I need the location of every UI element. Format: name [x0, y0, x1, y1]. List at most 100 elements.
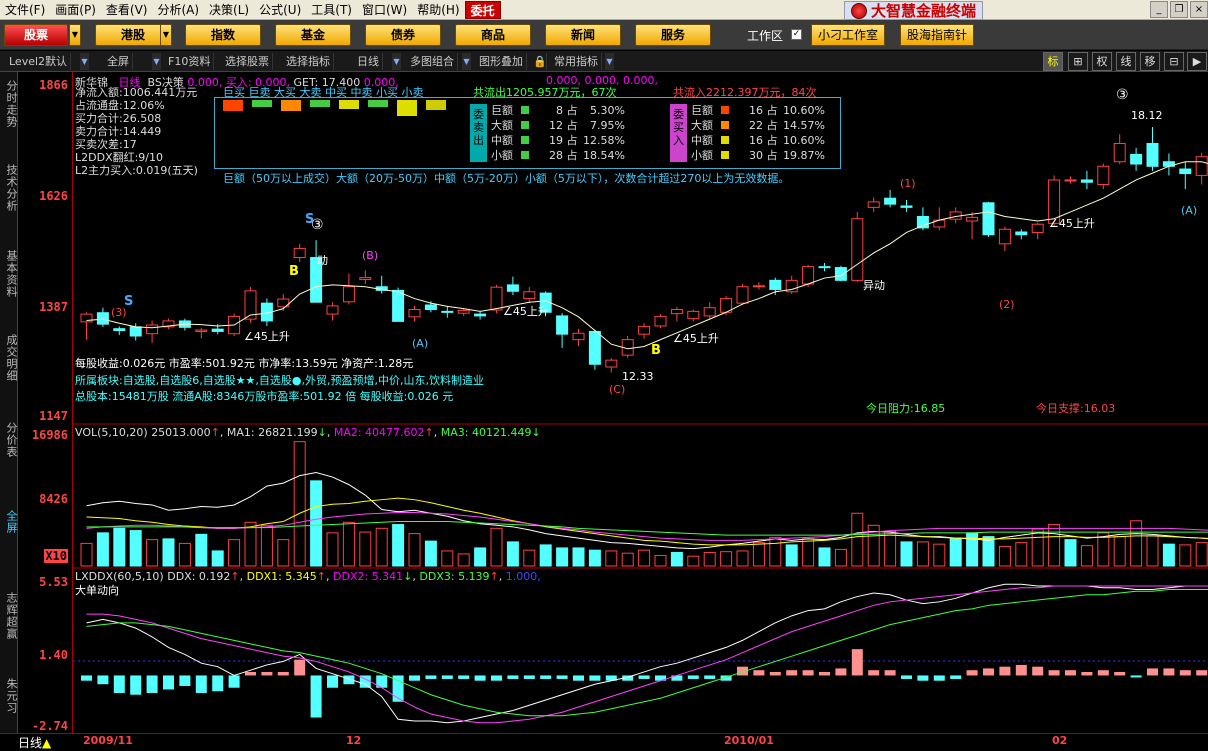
nav-bond-button[interactable]: 债券	[365, 24, 441, 46]
price-tick: 1147	[39, 409, 68, 423]
workspace-button[interactable]: 小刁工作室	[811, 24, 885, 46]
nav-hk-dropdown-icon[interactable]: ▼	[160, 24, 172, 46]
lock-icon[interactable]: 🔒	[533, 53, 547, 70]
menu-help[interactable]: 帮助(H)	[412, 1, 464, 19]
candle-body	[147, 325, 158, 334]
candle-body	[212, 329, 223, 331]
multi-chart-button[interactable]: 多图组合	[407, 53, 458, 70]
multi-chart-dropdown-icon[interactable]: ▼	[462, 53, 471, 70]
sell-signal: S	[124, 294, 133, 309]
menu-window[interactable]: 窗口(W)	[357, 1, 412, 19]
period-tab[interactable]: 日线▲	[18, 734, 51, 751]
mark-toggle[interactable]: 标	[1043, 52, 1063, 71]
tab-zhihui[interactable]: 志辉超赢	[1, 592, 17, 640]
line-toggle[interactable]: 线	[1116, 52, 1136, 71]
period-dropdown-icon[interactable]: ▼	[392, 53, 401, 70]
grid-icon[interactable]: ⊞	[1068, 52, 1088, 71]
price-tick: 1866	[39, 78, 68, 92]
candle-body	[1016, 232, 1027, 235]
menu-view[interactable]: 查看(V)	[101, 1, 153, 19]
bs-colorbar	[281, 100, 301, 111]
menu-bar: 文件(F) 画面(P) 查看(V) 分析(A) 决策(L) 公式(U) 工具(T…	[0, 0, 1208, 20]
nav-service-button[interactable]: 服务	[635, 24, 711, 46]
next-icon[interactable]: ▶	[1187, 52, 1207, 71]
ddx-bar	[950, 675, 961, 679]
level2-dropdown-icon[interactable]: ▼	[80, 53, 89, 70]
bs-colorbar	[426, 100, 446, 110]
menu-analysis[interactable]: 分析(A)	[152, 1, 204, 19]
tab-zhuyuan[interactable]: 朱元习	[1, 678, 17, 714]
menu-decision[interactable]: 决策(L)	[204, 1, 254, 19]
level2-default-select[interactable]: Level2默认	[6, 53, 71, 70]
volume-bar	[163, 539, 174, 566]
ddx-bar	[934, 675, 945, 680]
sell-tag: 委卖出	[470, 104, 487, 162]
ddx-bar	[458, 675, 469, 679]
ddx-bar	[212, 675, 223, 691]
volume-bar	[917, 542, 928, 566]
move-toggle[interactable]: 移	[1140, 52, 1160, 71]
tab-intraday[interactable]: 分时走势	[1, 80, 17, 128]
menu-formula[interactable]: 公式(U)	[254, 1, 306, 19]
candle-body	[803, 267, 814, 284]
tab-fundamental[interactable]: 基本资料	[1, 250, 17, 298]
overlay-button[interactable]: 图形叠加	[476, 53, 527, 70]
nav-commodity-button[interactable]: 商品	[455, 24, 531, 46]
f10-button[interactable]: F10资料	[165, 53, 214, 70]
tab-technical[interactable]: 技术分析	[1, 164, 17, 212]
volume-bar	[196, 534, 207, 566]
wave-A-label: (A)	[1181, 204, 1197, 217]
period-select[interactable]: 日线	[354, 53, 383, 70]
nav-news-button[interactable]: 新闻	[545, 24, 621, 46]
restore-icon[interactable]: ❐	[1170, 1, 1188, 18]
fullscreen-dropdown-icon[interactable]: ▼	[152, 53, 161, 70]
common-indicators-dropdown-icon[interactable]: ▼	[605, 53, 614, 70]
ddx-bar	[688, 675, 699, 679]
ddx-bar	[196, 675, 207, 693]
menu-view-screen[interactable]: 画面(P)	[50, 1, 101, 19]
common-indicators-button[interactable]: 常用指标	[551, 53, 602, 70]
wave-2-label: (2)	[999, 298, 1015, 311]
ddx-bar	[1065, 670, 1076, 675]
low-label: 12.33	[622, 370, 654, 383]
tab-trades[interactable]: 成交明细	[1, 334, 17, 382]
candle-body	[639, 326, 650, 334]
rights-toggle[interactable]: 权	[1092, 52, 1112, 71]
menu-file[interactable]: 文件(F)	[0, 1, 50, 19]
close-icon[interactable]: ×	[1190, 1, 1208, 18]
select-stock-button[interactable]: 选择股票	[222, 53, 273, 70]
candle-body	[852, 219, 863, 281]
tab-fullscreen[interactable]: 全屏	[1, 510, 17, 534]
candle-body	[81, 314, 92, 322]
fullscreen-button[interactable]: 全屏	[104, 53, 133, 70]
menu-trade-button[interactable]: 委托	[465, 1, 501, 19]
tab-price-dist[interactable]: 分价表	[1, 422, 17, 458]
volume-bar	[770, 537, 781, 566]
nav-stocks-dropdown-icon[interactable]: ▼	[69, 24, 81, 46]
select-indicator-button[interactable]: 选择指标	[283, 53, 334, 70]
angle-label: ∠45上升	[244, 328, 290, 344]
menu-tools[interactable]: 工具(T)	[306, 1, 357, 19]
vol-ma1: MA1: 26821.199	[227, 426, 318, 439]
candle-body	[901, 206, 912, 207]
bs-colorbar	[339, 100, 359, 109]
volume-bar	[475, 548, 486, 566]
volume-bar	[1180, 545, 1191, 566]
volume-bar	[81, 543, 92, 566]
volume-bar	[147, 540, 158, 566]
volume-bar	[557, 548, 568, 566]
nav-stocks-button[interactable]: 股票	[4, 24, 68, 46]
guide-button[interactable]: 股海指南针	[900, 24, 974, 46]
volume-bar	[212, 551, 223, 566]
nav-fund-button[interactable]: 基金	[275, 24, 351, 46]
volume-bar	[753, 543, 764, 566]
minimize-icon[interactable]: _	[1150, 1, 1168, 18]
candle-body	[130, 327, 141, 336]
high-label: 18.12	[1131, 109, 1163, 122]
nav-index-button[interactable]: 指数	[185, 24, 261, 46]
panel-icon[interactable]: ⊟	[1164, 52, 1184, 71]
workarea-checkbox[interactable]: ✓	[791, 29, 802, 40]
chart-area[interactable]: 新华锦 日线 BS决策 0.000, 买入: 0.000, GET: 17.40…	[73, 72, 1208, 748]
candle-body	[983, 203, 994, 235]
ddx-bar	[770, 672, 781, 676]
